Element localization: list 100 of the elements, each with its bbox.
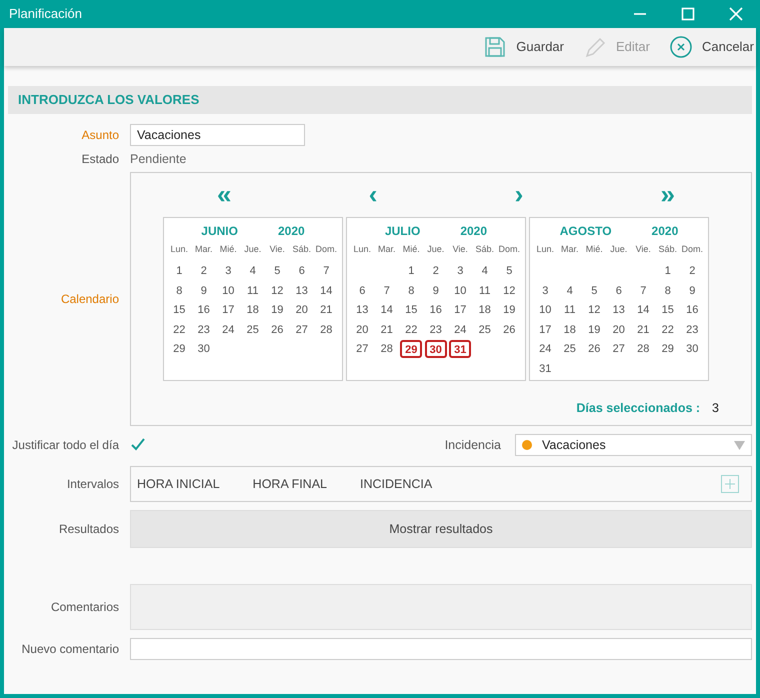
calendar-day[interactable]: 1 [400, 262, 422, 280]
calendar-day[interactable]: 28 [632, 340, 654, 358]
calendar-day[interactable]: 13 [351, 301, 374, 320]
calendar-day[interactable]: 2 [681, 262, 704, 280]
calendar-day[interactable]: 14 [376, 301, 398, 320]
calendar-day[interactable]: 19 [583, 320, 606, 339]
calendar-day[interactable]: 10 [449, 282, 472, 300]
calendar-day[interactable]: 19 [498, 301, 520, 320]
calendar-day[interactable]: 9 [192, 282, 215, 300]
calendar-day[interactable]: 27 [290, 320, 313, 339]
calendar-day[interactable]: 1 [656, 262, 679, 280]
calendar-day[interactable]: 30 [424, 340, 447, 358]
calendar-day[interactable]: 29 [400, 340, 422, 358]
calendar-day[interactable]: 5 [583, 282, 606, 300]
calendar-day[interactable]: 12 [498, 282, 520, 300]
calendar-day[interactable]: 20 [608, 320, 630, 339]
calendar-day[interactable]: 20 [290, 301, 313, 320]
calendar-day[interactable]: 13 [290, 282, 313, 300]
calendar-day[interactable]: 16 [192, 301, 215, 320]
calendar-day[interactable]: 3 [217, 262, 240, 280]
calendar-day[interactable]: 16 [424, 301, 447, 320]
calendar-day[interactable]: 15 [656, 301, 679, 320]
calendar-day[interactable]: 11 [242, 282, 264, 300]
calendar-day[interactable]: 11 [474, 282, 496, 300]
calendar-day[interactable]: 18 [474, 301, 496, 320]
calendar-day[interactable]: 9 [424, 282, 447, 300]
calendar-day[interactable]: 20 [351, 320, 374, 339]
calendar-day[interactable]: 2 [192, 262, 215, 280]
calendar-day[interactable]: 18 [558, 320, 581, 339]
calendar-day[interactable]: 10 [217, 282, 240, 300]
calendar-day[interactable]: 26 [498, 320, 520, 339]
calendar-day[interactable]: 5 [266, 262, 288, 280]
calendar-day[interactable]: 16 [681, 301, 704, 320]
calendar-day[interactable]: 26 [266, 320, 288, 339]
calendar-day[interactable]: 10 [534, 301, 556, 320]
calendar-day[interactable]: 25 [558, 340, 581, 358]
calendar-day[interactable]: 29 [168, 340, 190, 358]
calendar-day[interactable]: 8 [656, 282, 679, 300]
calendar-day[interactable]: 23 [681, 320, 704, 339]
calendar-day[interactable]: 3 [534, 282, 556, 300]
calendar-day[interactable]: 27 [351, 340, 374, 358]
show-results-button[interactable]: Mostrar resultados [130, 510, 752, 548]
calendar-day[interactable]: 23 [192, 320, 215, 339]
calendar-day[interactable]: 7 [315, 262, 338, 280]
calendar-day[interactable]: 30 [681, 340, 704, 358]
calendar-day[interactable]: 25 [474, 320, 496, 339]
calendar-day[interactable]: 22 [400, 320, 422, 339]
calendar-day[interactable]: 7 [376, 282, 398, 300]
subject-input[interactable]: Vacaciones [130, 124, 305, 146]
calendar-day[interactable]: 8 [400, 282, 422, 300]
calendar-day[interactable]: 11 [558, 301, 581, 320]
calendar-day[interactable]: 1 [168, 262, 190, 280]
calendar-day[interactable]: 31 [449, 340, 472, 358]
calendar-day[interactable]: 14 [632, 301, 654, 320]
calendar-day[interactable]: 21 [315, 301, 338, 320]
calendar-day[interactable]: 5 [498, 262, 520, 280]
calendar-day[interactable]: 9 [681, 282, 704, 300]
incidence-select[interactable]: Vacaciones [515, 434, 752, 456]
calendar-day[interactable]: 30 [192, 340, 215, 358]
calendar-day[interactable]: 15 [400, 301, 422, 320]
calendar-day[interactable]: 6 [351, 282, 374, 300]
calendar-day[interactable]: 17 [449, 301, 472, 320]
toolbar-button[interactable]: Cancelar [668, 36, 756, 58]
maximize-icon[interactable] [681, 7, 695, 21]
calendar-day[interactable]: 12 [583, 301, 606, 320]
calendar-day[interactable]: 31 [534, 360, 556, 378]
calendar-day[interactable]: 22 [656, 320, 679, 339]
checkbox[interactable] [130, 437, 146, 454]
calendar-day[interactable]: 28 [315, 320, 338, 339]
calendar-day[interactable]: 27 [608, 340, 630, 358]
calendar-day[interactable]: 24 [217, 320, 240, 339]
calendar-day[interactable]: 29 [656, 340, 679, 358]
calendar-day[interactable]: 6 [608, 282, 630, 300]
calendar-day[interactable]: 14 [315, 282, 338, 300]
calendar-day[interactable]: 7 [632, 282, 654, 300]
calendar-day[interactable]: 4 [558, 282, 581, 300]
calendar-day[interactable]: 15 [168, 301, 190, 320]
comment-input[interactable] [130, 638, 752, 660]
close-icon[interactable] [729, 7, 743, 21]
calendar-day[interactable]: 23 [424, 320, 447, 339]
calendar-day[interactable]: 17 [217, 301, 240, 320]
calendar-day[interactable]: 2 [424, 262, 447, 280]
calendar-day[interactable]: 19 [266, 301, 288, 320]
calendar-day[interactable]: 22 [168, 320, 190, 339]
calendar-day[interactable]: 21 [376, 320, 398, 339]
calendar-day[interactable]: 17 [534, 320, 556, 339]
calendar-day[interactable]: 24 [449, 320, 472, 339]
calendar-day[interactable]: 26 [583, 340, 606, 358]
calendar-day[interactable]: 8 [168, 282, 190, 300]
calendar-day[interactable]: 3 [449, 262, 472, 280]
calendar-day[interactable]: 4 [474, 262, 496, 280]
calendar-day[interactable]: 13 [608, 301, 630, 320]
toolbar-button[interactable]: Guardar [482, 36, 566, 58]
calendar-day[interactable]: 6 [290, 262, 313, 280]
calendar-day[interactable]: 4 [242, 262, 264, 280]
calendar-day[interactable]: 24 [534, 340, 556, 358]
calendar-day[interactable]: 18 [242, 301, 264, 320]
calendar-day[interactable]: 21 [632, 320, 654, 339]
calendar-day[interactable]: 28 [376, 340, 398, 358]
calendar-day[interactable]: 25 [242, 320, 264, 339]
